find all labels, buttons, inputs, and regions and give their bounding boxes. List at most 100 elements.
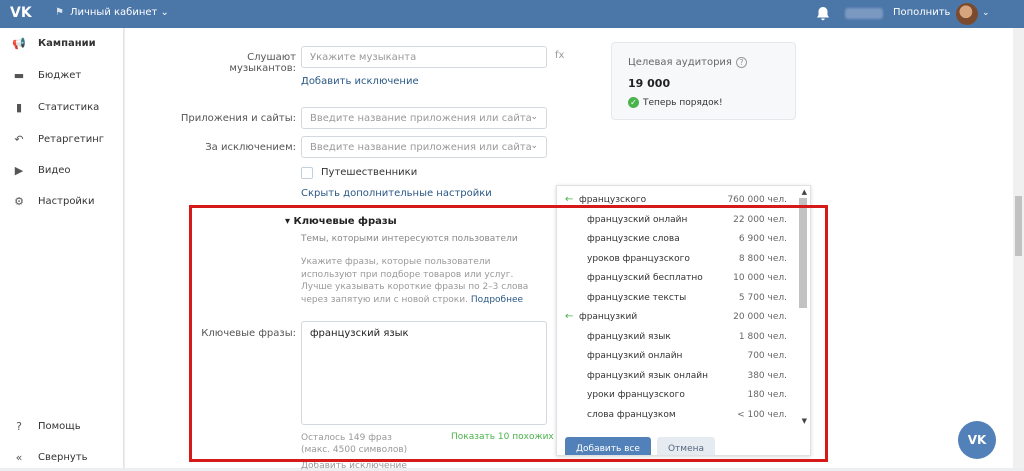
vk-chat-button[interactable]: VK — [958, 421, 996, 459]
apps-label: Приложения и сайты: — [180, 113, 296, 124]
hide-settings-link[interactable]: Скрыть дополнительные настройки — [301, 188, 492, 199]
triangle-down-icon: ▾ — [285, 216, 294, 227]
audience-title: Целевая аудитория? — [628, 57, 747, 68]
suggestion-count: 700 чел. — [747, 351, 787, 361]
keywords-description: Укажите фразы, которые пользователи испо… — [301, 257, 529, 305]
wallet-icon: ▬ — [13, 69, 25, 82]
sidebar-item-retargeting[interactable]: ↶ Ретаргетинг — [0, 130, 124, 150]
music-input[interactable]: Укажите музыканта — [301, 46, 547, 68]
suggestion-text: французские тексты — [587, 292, 687, 303]
sidebar-item-budget[interactable]: ▬ Бюджет — [0, 66, 124, 86]
cabinet-menu[interactable]: ⚑ Личный кабинет ⌄ — [55, 7, 169, 18]
user-name-blurred — [845, 8, 883, 19]
retarget-icon: ↶ — [14, 133, 24, 146]
sidebar-item-label: Свернуть — [38, 452, 88, 463]
suggestion-item[interactable]: ← французкий 20 000 чел. — [557, 308, 797, 327]
keywords-subtitle: Темы, которыми интересуются пользователи — [301, 234, 518, 244]
help-icon: ? — [16, 420, 22, 433]
suggestion-count: 20 000 чел. — [733, 312, 787, 322]
arrow-left-icon: ← — [565, 311, 574, 322]
sidebar-collapse[interactable]: « Свернуть — [0, 448, 124, 468]
audience-status: ✓ Теперь порядок! — [628, 97, 723, 108]
apps-placeholder: Введите название приложения или сайта — [310, 113, 532, 124]
keywords-textarea[interactable]: французский язык — [301, 321, 547, 425]
add-exclusion-link-cut[interactable]: Добавить исключение — [301, 461, 407, 471]
keywords-heading[interactable]: ▾ Ключевые фразы — [285, 216, 397, 227]
sidebar-item-stats[interactable]: ▮ Статистика — [0, 98, 124, 118]
suggestion-item[interactable]: ← французского 760 000 чел. — [557, 191, 797, 210]
scroll-down-icon[interactable]: ▼ — [802, 417, 807, 425]
fx-icon[interactable]: fx — [555, 50, 564, 61]
suggestion-item[interactable]: слова французком < 100 чел. — [557, 406, 797, 425]
flag-icon: ⚑ — [55, 7, 64, 18]
music-label: Слушают музыкантов: — [229, 52, 296, 74]
stats-icon: ▮ — [15, 101, 23, 114]
suggestion-text: французкий онлайн — [587, 351, 683, 361]
except-placeholder: Введите название приложения или сайта — [310, 142, 532, 153]
suggestion-count: 1 800 чел. — [738, 331, 787, 342]
chevron-down-icon[interactable]: ⌄ — [982, 8, 990, 18]
add-all-button[interactable]: Добавить все — [565, 437, 651, 455]
sidebar-item-campaigns[interactable]: 📢 Кампании — [0, 34, 124, 54]
suggestion-text: слова французком — [587, 409, 676, 420]
suggestions-dropdown: ← французского 760 000 чел. французский онл… — [556, 185, 811, 456]
sidebar-item-help[interactable]: ? Помощь — [0, 417, 124, 437]
dropdown-scroll-thumb[interactable] — [799, 198, 807, 308]
suggestion-count: 180 чел. — [747, 390, 787, 400]
travelers-checkbox[interactable] — [301, 167, 313, 179]
show-similar-link[interactable]: Показать 10 похожих — [451, 432, 554, 442]
suggestion-item[interactable]: уроков французского 8 800 чел. — [557, 250, 797, 269]
suggestion-count: 380 чел. — [747, 370, 787, 381]
suggestion-text: французского — [579, 195, 647, 205]
chevron-down-icon: ⌄ — [530, 112, 538, 122]
suggestion-count: 6 900 чел. — [738, 234, 787, 244]
suggestion-count: 22 000 чел. — [733, 214, 787, 225]
page-scroll-thumb[interactable] — [1015, 196, 1022, 256]
suggestion-text: французкий язык онлайн — [587, 370, 709, 381]
suggestion-item[interactable]: уроки французского 180 чел. — [557, 386, 797, 405]
suggestion-item[interactable]: французский онлайн 22 000 чел. — [557, 211, 797, 230]
suggestion-text: французские слова — [587, 234, 680, 244]
chevron-down-icon: ⌄ — [160, 7, 169, 18]
suggestion-item[interactable]: французские слова 6 900 чел. — [557, 230, 797, 249]
top-bar: VK ⚑ Личный кабинет ⌄ Пополнить ⌄ — [0, 0, 1024, 28]
audience-value: 19 000 — [628, 77, 671, 90]
vk-logo[interactable]: VK — [10, 5, 32, 23]
cabinet-label: Личный кабинет — [69, 7, 158, 18]
music-placeholder: Укажите музыканта — [310, 52, 417, 63]
sidebar-item-video[interactable]: ▶ Видео — [0, 161, 124, 181]
scroll-up-icon[interactable]: ▲ — [802, 188, 807, 196]
keywords-label: Ключевые фразы: — [201, 328, 296, 339]
more-link[interactable]: Подробнее — [471, 295, 523, 305]
arrow-left-icon: ← — [565, 194, 574, 205]
bell-icon[interactable] — [816, 6, 830, 22]
except-select[interactable]: Введите название приложения или сайта ⌄ — [301, 136, 547, 158]
travelers-label[interactable]: Путешественники — [321, 167, 417, 178]
suggestion-item[interactable]: французкий язык онлайн 380 чел. — [557, 367, 797, 386]
help-icon[interactable]: ? — [735, 57, 747, 68]
suggestion-text: французский бесплатно — [587, 273, 703, 283]
suggestion-item[interactable]: французкий язык 1 800 чел. — [557, 328, 797, 347]
cancel-button[interactable]: Отмена — [657, 437, 715, 455]
audience-panel: Целевая аудитория? 19 000 ✓ Теперь порядо… — [611, 42, 796, 120]
suggestion-text: уроки французского — [587, 390, 685, 400]
sidebar-item-label: Статистика — [38, 102, 100, 113]
avatar[interactable] — [956, 3, 978, 25]
suggestion-count: 760 000 чел. — [727, 195, 787, 205]
apps-select[interactable]: Введите название приложения или сайта ⌄ — [301, 107, 547, 129]
topup-link[interactable]: Пополнить — [893, 7, 950, 18]
megaphone-icon: 📢 — [12, 37, 26, 50]
sidebar-item-label: Бюджет — [38, 70, 82, 81]
suggestion-text: французский онлайн — [587, 214, 688, 225]
suggestion-item[interactable]: французский бесплатно 10 000 чел. — [557, 269, 797, 288]
sidebar-item-label: Настройки — [38, 196, 95, 207]
add-exclusion-link[interactable]: Добавить исключение — [301, 76, 419, 87]
video-icon: ▶ — [14, 164, 24, 177]
suggestion-count: 5 700 чел. — [738, 292, 787, 303]
keywords-remaining: Осталось 149 фраз (макс. 4500 символов) — [301, 433, 408, 455]
suggestion-item[interactable]: французские тексты 5 700 чел. — [557, 289, 797, 308]
suggestion-text: французкий — [579, 312, 638, 322]
suggestion-count: 10 000 чел. — [733, 273, 787, 283]
sidebar-item-settings[interactable]: ⚙ Настройки — [0, 192, 124, 212]
suggestion-item[interactable]: французкий онлайн 700 чел. — [557, 347, 797, 366]
